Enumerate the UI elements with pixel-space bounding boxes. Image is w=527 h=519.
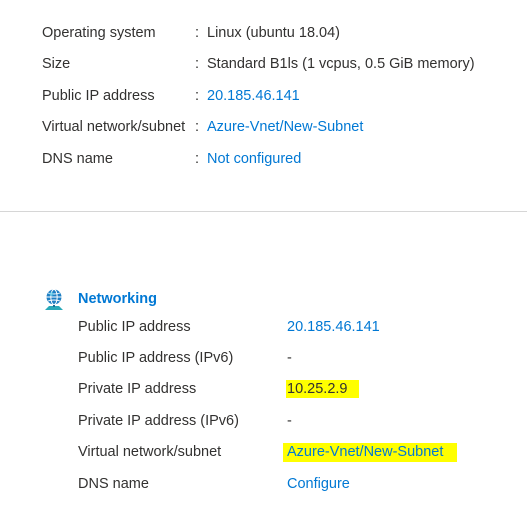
net-dns-configure-link[interactable]: Configure xyxy=(287,475,350,493)
separator: : xyxy=(195,25,200,41)
public-ip-link[interactable]: 20.185.46.141 xyxy=(207,87,300,105)
os-value: Linux (ubuntu 18.04) xyxy=(207,25,341,41)
public-ip-label: Public IP address xyxy=(42,88,155,104)
os-label: Operating system xyxy=(42,25,156,41)
net-vnet-subnet-label: Virtual network/subnet xyxy=(78,444,222,460)
net-private-ipv6-label: Private IP address (IPv6) xyxy=(78,413,239,429)
net-private-ip-label: Private IP address xyxy=(78,381,197,397)
size-label: Size xyxy=(42,56,71,72)
net-public-ip-label: Public IP address xyxy=(78,319,191,335)
net-public-ipv6-label: Public IP address (IPv6) xyxy=(78,350,234,366)
private-ip-highlight: 10.25.2.9 xyxy=(286,380,360,398)
separator: : xyxy=(195,56,200,72)
net-public-ipv6-value: - xyxy=(287,350,292,366)
networking-heading: Networking xyxy=(78,291,157,307)
net-vnet-subnet-link[interactable]: Azure-Vnet/New-Subnet xyxy=(283,443,458,462)
net-private-ipv6-value: - xyxy=(287,413,292,429)
separator: : xyxy=(195,151,200,167)
separator: : xyxy=(195,88,200,104)
dns-name-label: DNS name xyxy=(42,151,113,167)
vnet-subnet-highlight[interactable]: Azure-Vnet/New-Subnet xyxy=(283,443,458,462)
networking-globe-icon xyxy=(45,289,63,310)
section-divider xyxy=(0,211,527,212)
net-private-ip-value: 10.25.2.9 xyxy=(286,380,360,398)
vnet-subnet-label: Virtual network/subnet xyxy=(42,119,186,135)
vnet-subnet-link[interactable]: Azure-Vnet/New-Subnet xyxy=(207,118,363,136)
net-dns-name-label: DNS name xyxy=(78,476,149,492)
net-public-ip-link[interactable]: 20.185.46.141 xyxy=(287,318,380,336)
dns-not-configured-link[interactable]: Not configured xyxy=(207,150,301,168)
separator: : xyxy=(195,119,200,135)
vm-overview-panel: Operating system : Linux (ubuntu 18.04) … xyxy=(0,0,527,519)
size-value: Standard B1ls (1 vcpus, 0.5 GiB memory) xyxy=(207,56,475,72)
